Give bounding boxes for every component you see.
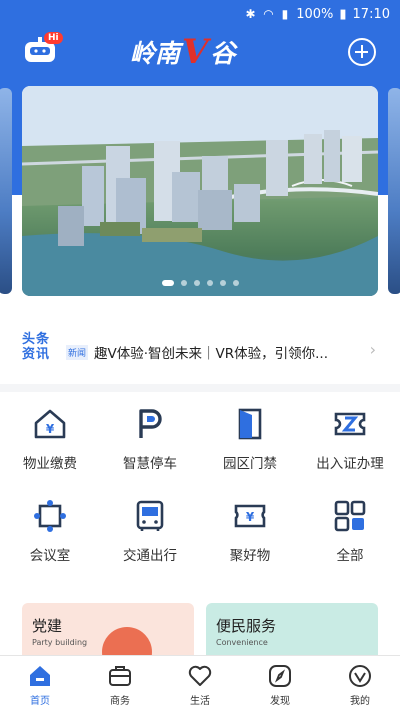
tab-life[interactable]: 生活	[160, 656, 240, 711]
service-transport[interactable]: 交通出行	[100, 492, 200, 572]
news-logo-line1: 头条	[22, 332, 51, 347]
status-icons: ✱ ◠ ▮	[245, 7, 291, 21]
card-title: 党建	[32, 617, 63, 635]
city-skyline-image	[22, 86, 378, 296]
service-grid: ¥ 物业缴费 智慧停车 园区门禁 出入证办理 会议室 交通出行 ¥ 聚好物 全部	[0, 400, 400, 585]
service-label: 交通出行	[123, 548, 177, 564]
tab-label: 发现	[270, 696, 290, 707]
service-label: 物业缴费	[23, 456, 77, 472]
shopping-icon: ¥	[234, 504, 266, 528]
home-icon	[30, 666, 50, 686]
status-bar: ✱ ◠ ▮ 100% ▮ 17:10	[0, 0, 400, 28]
add-button[interactable]	[348, 38, 376, 66]
party-building-card[interactable]: 党建 Party building	[22, 603, 194, 663]
parking-icon	[139, 409, 162, 438]
news-logo-line2: 资讯	[22, 347, 51, 362]
tab-home[interactable]: 首页	[0, 656, 80, 711]
service-label: 会议室	[29, 548, 71, 564]
banner-next-peek[interactable]	[388, 88, 400, 294]
briefcase-icon	[109, 666, 131, 686]
grid-all-icon	[334, 500, 366, 532]
service-pass-application[interactable]: 出入证办理	[300, 400, 400, 480]
heart-icon	[188, 665, 212, 686]
battery-icon: ▮	[339, 6, 347, 22]
convenience-service-card[interactable]: 便民服务 Convenience	[206, 603, 378, 663]
carousel-indicator	[22, 280, 378, 286]
carousel-dot[interactable]	[193, 280, 200, 286]
clock: 17:10	[352, 6, 390, 22]
service-all[interactable]: 全部	[300, 492, 400, 572]
service-label: 聚好物	[229, 548, 271, 564]
logo-text-v: V	[182, 32, 209, 72]
service-gate-access[interactable]: 园区门禁	[200, 400, 300, 480]
bottom-tab-bar: 首页 商务 生活 发现 我的	[0, 655, 400, 711]
service-label: 全部	[336, 548, 364, 564]
svg-text:¥: ¥	[246, 510, 255, 524]
bus-icon	[136, 500, 164, 531]
svg-text:¥: ¥	[46, 422, 55, 436]
service-label: 智慧停车	[123, 456, 177, 472]
tab-discover[interactable]: 发现	[240, 656, 320, 711]
feature-cards: 党建 Party building 便民服务 Convenience	[22, 603, 378, 663]
tab-label: 我的	[350, 696, 370, 707]
service-shopping[interactable]: ¥ 聚好物	[200, 492, 300, 572]
section-divider	[0, 384, 400, 392]
house-yen-icon: ¥	[34, 409, 66, 439]
service-property-fee[interactable]: ¥ 物业缴费	[0, 400, 100, 480]
profile-icon	[349, 665, 371, 687]
carousel-dot[interactable]	[161, 280, 174, 286]
hi-badge: Hi	[44, 32, 63, 44]
service-meeting-room[interactable]: 会议室	[0, 492, 100, 572]
carousel-dot[interactable]	[219, 280, 226, 286]
banner-prev-peek[interactable]	[0, 88, 12, 294]
news-logo: 头条 资讯	[22, 332, 62, 362]
tab-mine[interactable]: 我的	[320, 656, 400, 711]
carousel-dot[interactable]	[232, 280, 239, 286]
banner-carousel[interactable]	[22, 86, 378, 296]
logo-text-part-a: 岭南	[130, 39, 181, 68]
chevron-right-icon[interactable]: ›	[370, 340, 376, 359]
card-title: 便民服务	[216, 617, 277, 635]
title-bar: Hi 岭南 V 谷	[0, 30, 400, 74]
logo-text-part-b: 谷	[210, 39, 236, 68]
tab-label: 生活	[190, 696, 210, 707]
compass-icon	[269, 665, 291, 687]
tab-label: 商务	[110, 696, 130, 707]
card-subtitle: Convenience	[216, 638, 268, 647]
service-smart-parking[interactable]: 智慧停车	[100, 400, 200, 480]
tab-label: 首页	[30, 696, 50, 707]
service-label: 出入证办理	[316, 456, 384, 472]
meeting-room-icon	[34, 500, 66, 532]
news-headline[interactable]: 趣V体验·智创未来｜VR体验，引领你...	[94, 342, 354, 362]
pass-ticket-icon	[334, 412, 366, 436]
service-label: 园区门禁	[223, 456, 277, 472]
battery-level: 100%	[296, 6, 334, 22]
carousel-dot[interactable]	[180, 280, 187, 286]
tab-business[interactable]: 商务	[80, 656, 160, 711]
door-icon	[238, 408, 262, 440]
news-tag: 新闻	[66, 345, 89, 360]
news-ticker[interactable]: 头条 资讯 新闻 趣V体验·智创未来｜VR体验，引领你... ›	[0, 312, 400, 384]
carousel-dot[interactable]	[206, 280, 213, 286]
app-logo: 岭南 V 谷	[130, 32, 280, 72]
